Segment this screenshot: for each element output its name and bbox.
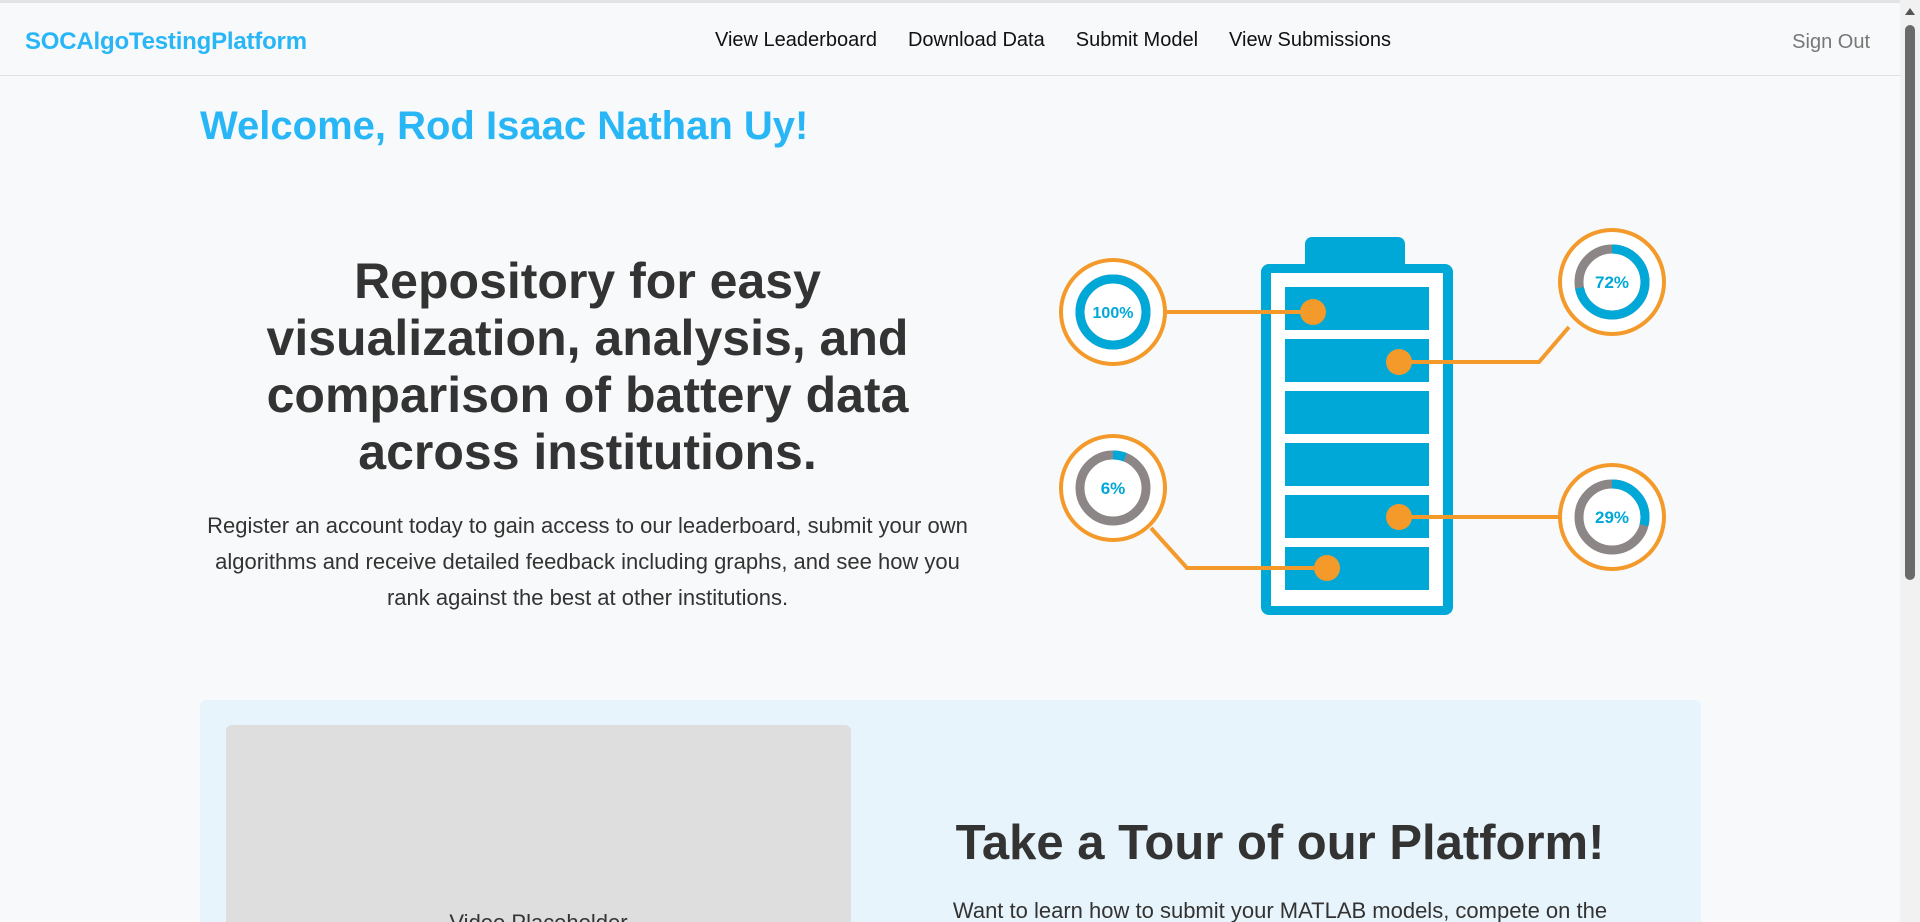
page-scrollbar[interactable]	[1900, 0, 1920, 922]
nav-submit-model[interactable]: Submit Model	[1076, 29, 1198, 52]
gauge-29-label: 29%	[1595, 508, 1629, 527]
tour-title: Take a Tour of our Platform!	[955, 816, 1605, 870]
gauge-72-label: 72%	[1595, 273, 1629, 292]
video-placeholder[interactable]: Video Placeholder	[226, 725, 851, 922]
scroll-up-arrow-icon[interactable]	[1905, 8, 1915, 15]
scroll-thumb[interactable]	[1905, 25, 1915, 580]
gauge-100-icon: 100%	[1059, 258, 1167, 366]
navbar: SOCAlgoTestingPlatform View Leaderboard …	[0, 3, 1900, 76]
gauge-6-label: 6%	[1101, 479, 1126, 498]
sign-out-link[interactable]: Sign Out	[1792, 31, 1870, 54]
video-placeholder-label: Video Placeholder	[226, 910, 851, 922]
nav-links: View Leaderboard Download Data Submit Mo…	[715, 29, 1391, 52]
battery-illustration: 100% 72% 6% 29%	[1059, 228, 1666, 615]
gauge-72-icon: 72%	[1558, 228, 1666, 336]
gauge-6-icon: 6%	[1059, 434, 1167, 542]
welcome-heading: Welcome, Rod Isaac Nathan Uy!	[200, 104, 809, 148]
hero-title: Repository for easy visualization, analy…	[266, 253, 909, 480]
nav-view-submissions[interactable]: View Submissions	[1229, 29, 1391, 52]
tour-section: Video Placeholder Take a Tour of our Pla…	[200, 700, 1701, 922]
nav-download-data[interactable]: Download Data	[908, 29, 1045, 52]
gauge-100-label: 100%	[1093, 305, 1134, 322]
battery-icon	[1261, 237, 1453, 615]
nav-view-leaderboard[interactable]: View Leaderboard	[715, 29, 877, 52]
tour-text: Want to learn how to submit your MATLAB …	[952, 898, 1608, 922]
hero-description: Register an account today to gain access…	[207, 513, 968, 610]
brand-logo[interactable]: SOCAlgoTestingPlatform	[25, 28, 307, 56]
gauge-29-icon: 29%	[1558, 463, 1666, 571]
